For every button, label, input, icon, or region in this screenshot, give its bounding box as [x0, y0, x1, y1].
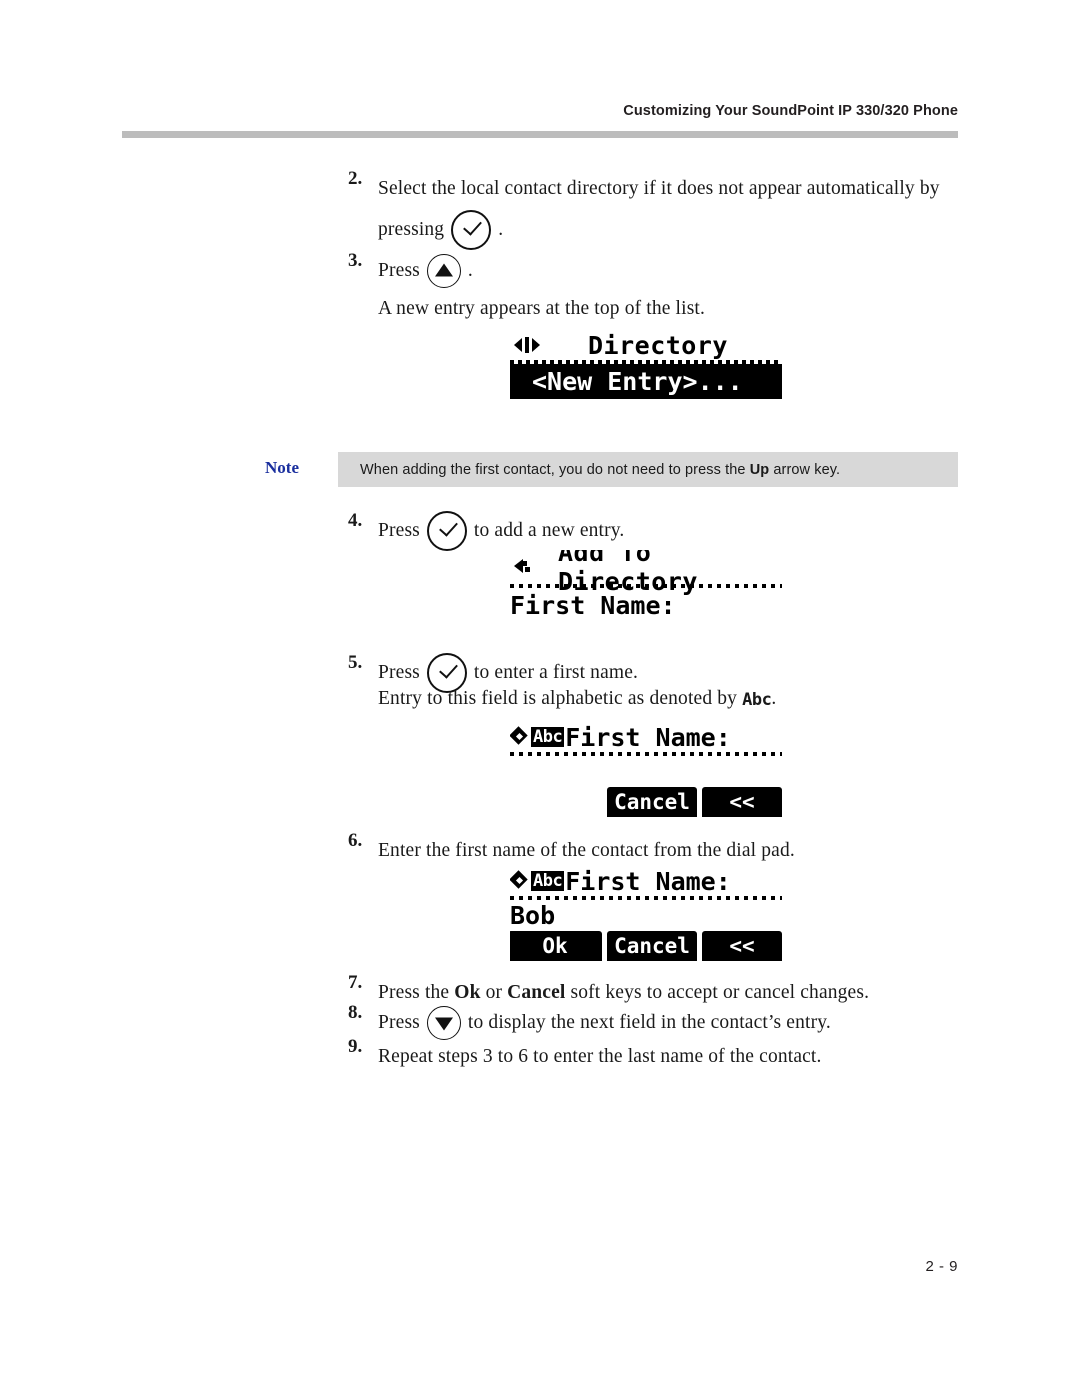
softkey-ok[interactable]: Ok	[510, 931, 602, 961]
step-5-subtext: Entry to this field is alphabetic as den…	[378, 684, 776, 715]
step-7-bold-cancel: Cancel	[507, 982, 566, 1003]
step-7-before: Press the	[378, 982, 455, 1003]
lcd-title-row: Add To Directory	[510, 550, 782, 596]
step-7-after: soft keys to accept or cancel changes.	[565, 982, 870, 1003]
step-item-2: 2. Select the local contact directory if…	[348, 168, 948, 250]
step-number: 9.	[348, 1036, 363, 1057]
softkey-backspace[interactable]: <<	[702, 787, 782, 817]
step-2-line-1: Select the local contact directory if it…	[378, 178, 940, 199]
header-title: Customizing Your SoundPoint IP 330/320 P…	[623, 103, 958, 119]
step-item-6: 6. Enter the first name of the contact f…	[348, 830, 948, 871]
diamond-nav-icon	[510, 727, 530, 747]
step-2-period: .	[498, 219, 504, 240]
step-item-4: 4. Press to add a new entry.	[348, 510, 948, 551]
lcd-value-row: Bob	[510, 900, 782, 930]
checkmark-key-icon	[451, 209, 492, 250]
lcd-field-row: Abc First Name:	[510, 722, 782, 752]
step-item-3: 3. Press .	[348, 250, 948, 291]
note-text: When adding the first contact, you do no…	[338, 462, 840, 478]
note-label: Note	[265, 458, 299, 477]
step-3-result-text: A new entry appears at the top of the li…	[378, 298, 706, 319]
lcd-field-value: Bob	[510, 900, 556, 930]
softkey-backspace[interactable]: <<	[702, 931, 782, 961]
diamond-nav-icon	[510, 871, 530, 891]
down-arrow-key-icon	[426, 1005, 461, 1040]
lcd-selected-row[interactable]: <New Entry>...	[510, 364, 782, 399]
step-4-text-after: to add a new entry.	[473, 520, 625, 541]
lcd-softkey-bar: Cancel <<	[510, 787, 782, 817]
lcd-title: Directory	[588, 330, 728, 360]
step-2-line-2: pressing	[378, 219, 445, 240]
step-text: Press to add a new entry.	[378, 510, 624, 551]
lcd-screen-first-name-empty: Abc First Name: Cancel <<	[510, 722, 782, 817]
page-footer: 2 - 9	[122, 1258, 958, 1275]
checkmark-key-icon	[426, 510, 467, 551]
step-text: Enter the first name of the contact from…	[378, 840, 795, 861]
page-number: 2 - 9	[925, 1258, 958, 1275]
step-5-sub-after: .	[771, 688, 777, 709]
step-text: Repeat steps 3 to 6 to enter the last na…	[378, 1046, 822, 1067]
step-number: 8.	[348, 1002, 363, 1023]
softkey-cancel[interactable]: Cancel	[607, 787, 697, 817]
lcd-screen-first-name-bob: Abc First Name: Bob Ok Cancel <<	[510, 866, 782, 964]
lcd-title-row: Directory	[510, 330, 782, 360]
step-item-9: 9. Repeat steps 3 to 6 to enter the last…	[348, 1036, 968, 1077]
lcd-field-row: Abc First Name:	[510, 866, 782, 896]
step-text: Select the local contact directory if it…	[378, 168, 940, 250]
step-3-period: .	[467, 260, 473, 281]
lcd-screen-directory: Directory <New Entry>...	[510, 330, 782, 412]
left-right-arrow-icon	[514, 337, 540, 353]
step-5-sub-before: Entry to this field is alphabetic as den…	[378, 688, 738, 709]
step-number: 2.	[348, 168, 363, 189]
note-bold-up: Up	[749, 461, 770, 478]
up-arrow-key-icon	[426, 253, 461, 288]
lcd-screen-add-to-directory: Add To Directory First Name:	[510, 550, 782, 640]
back-arrow-icon	[514, 557, 536, 577]
note-text-after: arrow key.	[769, 461, 841, 478]
abc-mode-glyph: Abc	[742, 690, 772, 710]
softkey-cancel[interactable]: Cancel	[607, 931, 697, 961]
note-text-before: When adding the first contact, you do no…	[360, 461, 750, 478]
step-7-mid: or	[480, 982, 508, 1003]
header-divider	[122, 131, 958, 138]
note-box: When adding the first contact, you do no…	[338, 452, 958, 487]
step-number: 5.	[348, 652, 363, 673]
lcd-field-row: First Name:	[510, 588, 782, 622]
lcd-field-label: First Name:	[565, 866, 731, 896]
step-3-label: Press	[378, 260, 420, 281]
step-7-bold-ok: Ok	[454, 982, 481, 1003]
lcd-field-label: First Name:	[565, 722, 731, 752]
step-text: Press .	[378, 250, 473, 291]
step-number: 3.	[348, 250, 363, 271]
lcd-field-label: First Name:	[510, 590, 676, 620]
lcd-value-row	[510, 756, 782, 784]
abc-mode-badge: Abc	[531, 871, 565, 891]
abc-mode-badge: Abc	[531, 727, 565, 747]
lcd-new-entry-label: <New Entry>...	[532, 367, 743, 396]
lcd-softkey-bar: Ok Cancel <<	[510, 931, 782, 961]
page-header: Customizing Your SoundPoint IP 330/320 P…	[122, 102, 958, 120]
note-callout: Note When adding the first contact, you …	[265, 452, 958, 487]
step-4-label: Press	[378, 520, 420, 541]
step-number: 4.	[348, 510, 363, 531]
step-number: 6.	[348, 830, 363, 851]
step-number: 7.	[348, 972, 363, 993]
